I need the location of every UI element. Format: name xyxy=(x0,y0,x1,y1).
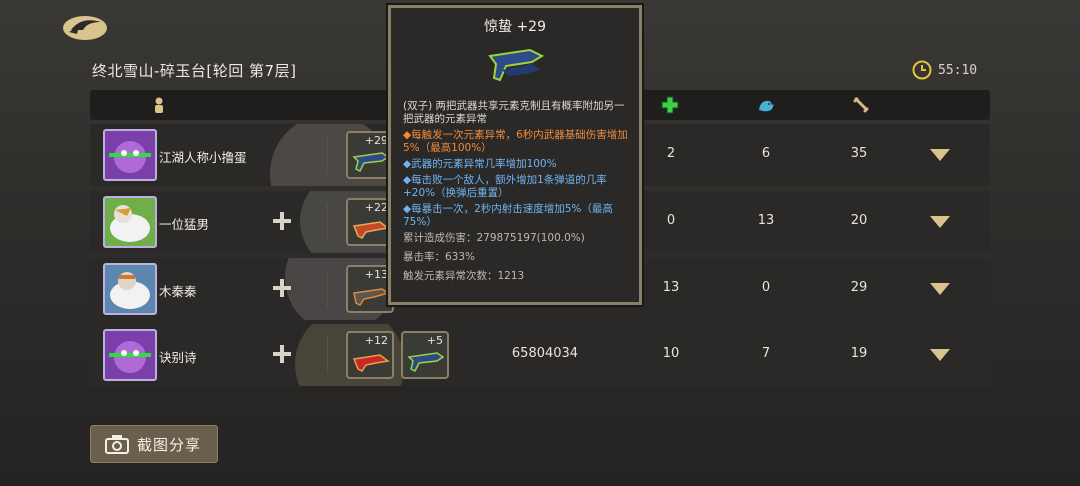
avatar xyxy=(103,129,157,181)
tooltip-stat: 累计造成伤害：279875197(100.0%) xyxy=(403,232,585,244)
stat-beast: 0 xyxy=(761,280,771,295)
tooltip-effect: ◆每击败一个敌人，额外增加1条弹道的几率+20%（换弹后重置） xyxy=(403,174,607,199)
tooltip-effect: ◆每触发一次元素异常，6秒内武器基础伤害增加5%（最高100%） xyxy=(403,129,628,154)
weapon-icon xyxy=(407,352,445,373)
weapon-slot[interactable]: +5 xyxy=(401,331,449,379)
share-label: 截图分享 xyxy=(137,435,202,454)
camera-icon xyxy=(105,435,129,454)
beast-icon xyxy=(759,100,774,112)
weapon-level: +29 xyxy=(364,134,388,147)
expand-chevron-icon[interactable] xyxy=(930,216,950,228)
player-row: 诀别诗 +12 +5 65804034 10 7 19 xyxy=(90,324,990,386)
player-name: 江湖人称小撸蛋 xyxy=(159,150,247,165)
avatar xyxy=(103,329,157,381)
player-icon xyxy=(155,97,163,113)
weapon-slot[interactable]: +29 xyxy=(346,131,394,179)
heal-cross-icon xyxy=(661,96,679,114)
stat-damage: 65804034 xyxy=(511,346,579,361)
weapon-icon xyxy=(488,48,545,82)
tooltip-effect: ◆每暴击一次，2秒内射击速度增加5%（最高75%） xyxy=(403,203,613,228)
weapon-icon xyxy=(353,288,390,306)
tooltip-desc: (双子) 两把武器共享元素克制且有概率附加另一把武器的元素异常 xyxy=(403,100,625,125)
back-arrow-icon xyxy=(63,16,107,40)
avatar xyxy=(103,196,157,248)
expand-chevron-icon[interactable] xyxy=(930,149,950,161)
row-divider xyxy=(327,336,328,374)
player-name: 诀别诗 xyxy=(159,350,197,365)
weapon-level: +12 xyxy=(364,334,388,347)
timer-text: 55:10 xyxy=(938,62,978,78)
row-divider xyxy=(327,203,328,241)
back-button[interactable] xyxy=(60,10,110,44)
clock-icon xyxy=(912,60,932,80)
stage-title: 终北雪山-碎玉台[轮回 第7层] xyxy=(92,62,297,80)
tooltip-stat: 触发元素异常次数：1213 xyxy=(403,270,525,282)
expand-chevron-icon[interactable] xyxy=(930,283,950,295)
stat-beast: 7 xyxy=(761,346,771,361)
timer: 55:10 xyxy=(912,60,977,80)
weapon-level: +5 xyxy=(426,334,443,347)
share-screenshot-button[interactable]: 截图分享 xyxy=(90,425,218,463)
add-friend-icon[interactable] xyxy=(270,276,294,300)
stat-heal: 0 xyxy=(666,213,676,228)
weapon-slot[interactable]: +13 xyxy=(346,265,394,313)
weapon-slot[interactable]: +12 xyxy=(346,331,394,379)
stat-bone: 20 xyxy=(850,213,868,228)
weapon-level: +13 xyxy=(364,268,388,281)
tooltip-effect: ◆武器的元素异常几率增加100% xyxy=(403,158,557,170)
weapon-icon xyxy=(352,152,390,173)
expand-chevron-icon[interactable] xyxy=(930,349,950,361)
stat-heal: 13 xyxy=(662,280,680,295)
weapon-icon xyxy=(352,354,390,372)
tooltip-title: 惊蛰 +29 xyxy=(484,19,546,35)
stat-heal: 2 xyxy=(666,146,676,161)
weapon-slot[interactable]: +22 xyxy=(346,198,394,246)
weapon-icon xyxy=(352,221,390,239)
add-friend-icon[interactable] xyxy=(270,342,294,366)
stat-bone: 35 xyxy=(850,146,868,161)
weapon-level: +22 xyxy=(364,201,388,214)
player-name: 木秦秦 xyxy=(159,284,197,299)
add-friend-icon[interactable] xyxy=(270,209,294,233)
avatar xyxy=(103,263,157,315)
stat-bone: 19 xyxy=(850,346,868,361)
weapon-tooltip: 惊蛰 +29 (双子) 两把武器共享元素克制且有概率附加另一把武器的元素异常 ◆… xyxy=(386,3,644,307)
row-divider xyxy=(327,136,328,174)
stat-bone: 29 xyxy=(850,280,868,295)
tooltip-stat: 暴击率：633% xyxy=(403,251,476,263)
stat-beast: 6 xyxy=(761,146,771,161)
player-name: 一位猛男 xyxy=(159,217,210,232)
stat-heal: 10 xyxy=(662,346,680,361)
stat-beast: 13 xyxy=(757,213,775,228)
bone-icon xyxy=(853,97,869,113)
row-divider xyxy=(327,270,328,308)
